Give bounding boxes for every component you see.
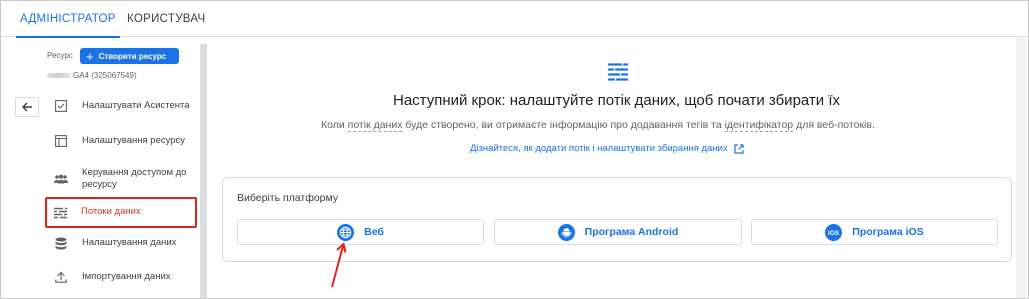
arrow-left-icon <box>22 102 32 112</box>
android-platform-button[interactable]: Програма Android <box>494 219 742 245</box>
sidebar-item-setup-assistant[interactable]: Налаштувати Асистента <box>48 99 198 113</box>
sidebar-item-data-settings[interactable]: Налаштування даних <box>48 236 198 250</box>
upload-icon <box>54 270 68 284</box>
sidebar-item-label: Налаштування ресурсу <box>82 134 186 146</box>
ios-icon: iOS <box>825 223 843 241</box>
description-text: для веб-потоків. <box>793 119 875 131</box>
resource-label: Ресурс <box>47 51 73 60</box>
sidebar-item-label: Налаштувати Асистента <box>82 99 190 111</box>
open-in-new-icon <box>734 143 744 154</box>
term-data-stream[interactable]: потік даних <box>347 119 403 132</box>
description-text: Коли <box>321 119 348 131</box>
page-headline: Наступний крок: налаштуйте потік даних, … <box>393 92 841 109</box>
android-platform-label: Програма Android <box>584 226 679 238</box>
data-stream-icon <box>607 62 629 87</box>
sidebar-scrollbar[interactable] <box>200 44 207 298</box>
sidebar-item-data-import[interactable]: Імпортування даних <box>48 270 198 284</box>
people-icon <box>54 172 68 186</box>
term-identifier[interactable]: ідентифікатор <box>724 119 794 132</box>
create-resource-button[interactable]: + Створити ресурс <box>80 48 179 64</box>
android-icon <box>557 223 575 241</box>
web-platform-label: Веб <box>364 226 384 238</box>
tab-admin[interactable]: АДМІНІСТРАТОР <box>16 1 120 38</box>
property-name: GA4 (325067549) <box>73 71 137 80</box>
database-icon <box>54 236 68 250</box>
sidebar-item-access-management[interactable]: Керування доступом до ресурсу <box>48 167 198 192</box>
description-text: буде створено, ви отримаєте інформацію п… <box>402 119 725 131</box>
sidebar-item-label: Імпортування даних <box>82 270 171 282</box>
property-selector[interactable]: GA4 (325067549) <box>47 71 137 80</box>
plus-icon: + <box>86 48 94 64</box>
globe-icon <box>337 223 355 241</box>
web-platform-button[interactable]: Веб <box>237 219 484 245</box>
main-scrollbar[interactable] <box>1016 38 1026 298</box>
streams-icon <box>53 206 67 220</box>
sidebar-item-property-settings[interactable]: Налаштування ресурсу <box>48 134 198 148</box>
page-description: Коли потік даних буде створено, ви отрим… <box>321 119 875 132</box>
sidebar-item-data-streams[interactable]: Потоки даних <box>45 197 197 228</box>
tab-user[interactable]: КОРИСТУВАЧ <box>127 1 205 37</box>
svg-text:iOS: iOS <box>828 230 840 237</box>
learn-more-label: Дізнайтеся, як додати потік і налаштуват… <box>470 143 728 154</box>
platform-title: Виберіть платформу <box>237 192 339 204</box>
sidebar-item-label: Потоки даних <box>81 206 141 218</box>
learn-more-link[interactable]: Дізнайтеся, як додати потік і налаштуват… <box>470 143 744 154</box>
ios-platform-button[interactable]: iOS Програма iOS <box>751 219 998 245</box>
redacted-account <box>47 73 71 78</box>
back-button[interactable] <box>15 97 39 117</box>
ios-platform-label: Програма iOS <box>852 226 924 238</box>
red-arrow-annotation <box>331 242 347 288</box>
sidebar-item-label: Налаштування даних <box>82 236 177 248</box>
sidebar-item-label: Керування доступом до ресурсу <box>82 167 187 191</box>
layout-icon <box>54 134 68 148</box>
create-resource-label: Створити ресурс <box>98 51 167 61</box>
checkbox-icon <box>54 99 68 113</box>
top-tabs: АДМІНІСТРАТОР КОРИСТУВАЧ <box>1 1 1028 38</box>
